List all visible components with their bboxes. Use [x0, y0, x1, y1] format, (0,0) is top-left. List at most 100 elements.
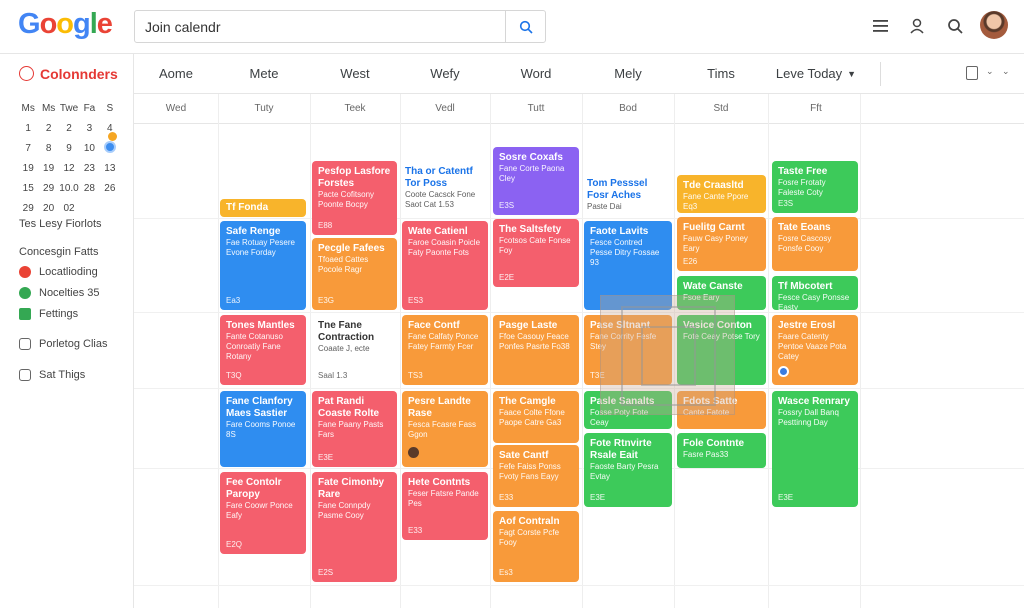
event-card[interactable]: Fate Cimonby Rare Fane Connpdy Pasme Cooy…	[312, 472, 397, 582]
event-title: Sate Cantf	[499, 450, 549, 461]
event-card[interactable]: Tha or Catentf Tor Poss Coote Cacsck Fone…	[402, 163, 488, 217]
event-card[interactable]: Tate Eoans Fosre Cascosy Fonsfe Cooy	[772, 217, 858, 271]
day-header[interactable]: Mely	[582, 54, 674, 94]
grid-line	[218, 94, 219, 608]
mini-day[interactable]: 02	[59, 203, 79, 214]
event-card[interactable]: Tne Fane Contraction Coaate J, ecte Saal 1…	[312, 315, 397, 385]
tasks-label[interactable]: Tes Lesy Fiorlots	[19, 218, 102, 230]
mini-day[interactable]: 7	[18, 143, 38, 154]
event-card[interactable]: Face Contf Fane Calfaty Ponce Fatey Farmt…	[402, 315, 488, 385]
day-header[interactable]: Mete	[218, 54, 310, 94]
mini-day[interactable]: 12	[59, 163, 79, 174]
event-time: TS3	[408, 371, 423, 380]
event-card[interactable]: Sosre Coxafs Fane Corte Paona Cley E3S	[493, 147, 579, 215]
day-header[interactable]: West	[310, 54, 400, 94]
mini-day[interactable]: 10	[79, 143, 99, 154]
event-card[interactable]: Fee Contolr Paropy Fare Coowr Ponce Eafy E…	[220, 472, 306, 554]
day-header[interactable]: Wefy	[400, 54, 490, 94]
event-details: Paste Dai	[587, 202, 622, 211]
mini-day[interactable]: 15	[18, 183, 38, 194]
google-logo[interactable]: Google	[18, 8, 113, 41]
mini-day[interactable]: 19	[38, 163, 58, 174]
event-card[interactable]: The Saltsfety Fcotsos Cate Fonse Foy E2E	[493, 219, 579, 287]
view-dropdown[interactable]: Leve Today ▼	[768, 54, 864, 94]
event-card[interactable]: Tones Mantles Fante Cotanuso Conroatiy Fa…	[220, 315, 306, 385]
event-title: Tha or Catentf Tor Poss	[405, 166, 473, 189]
event-card[interactable]: Pesre Landte Rase Fesca Fcasre Fass Ggon	[402, 391, 488, 467]
mini-day[interactable]: 2	[38, 123, 58, 134]
event-details: Fane Calfaty Ponce Fatey Farmty Fcer	[408, 332, 479, 351]
search-box[interactable]: Join calendr	[134, 10, 546, 43]
sidebar-link[interactable]: Porletog Clias	[19, 336, 107, 352]
event-card[interactable]: Tde Craasltd Fane Cante Ppore Eq3	[677, 175, 766, 213]
event-title: The Saltsfety	[499, 224, 562, 235]
mini-day-selected[interactable]	[100, 140, 120, 156]
grid-line	[310, 94, 311, 608]
event-details: Feser Fatsre Pande Pes	[408, 489, 479, 508]
day-header[interactable]: Aome	[134, 54, 218, 94]
event-card[interactable]: Safe Renge Fae Rotuay Pesere Evone Forday…	[220, 221, 306, 310]
event-card[interactable]: Fane Clanfory Maes Sastier Fare Cooms Pon…	[220, 391, 306, 467]
weekday: Twe	[59, 102, 79, 114]
event-card[interactable]: Pasge Laste Ffoe Casouy Feace Ponfes Pasr…	[493, 315, 579, 385]
calendar-item[interactable]: Fettings	[19, 306, 78, 322]
event-title: The Camgle	[499, 396, 556, 407]
event-title: Fane Clanfory Maes Sastier	[226, 396, 293, 419]
event-card[interactable]: Tf Fonda	[220, 199, 306, 217]
event-time: E3E	[318, 453, 334, 462]
event-card[interactable]: Fuelitg Carnt Fauw Casy Poney Eary E26	[677, 217, 766, 271]
mini-day[interactable]: 8	[38, 143, 58, 154]
event-card[interactable]: Fole Contnte Fasre Pas33	[677, 433, 766, 468]
mini-day[interactable]: 23	[79, 163, 99, 174]
calendar-item[interactable]: Nocelties 35	[19, 285, 100, 301]
mini-day[interactable]: 2	[59, 123, 79, 134]
mini-day[interactable]: 28	[79, 183, 99, 194]
calendar-item[interactable]: Locatlioding	[19, 264, 98, 280]
event-card[interactable]: Tom Pesssel Fosr Aches Paste Dai	[584, 175, 672, 215]
sidebar-link[interactable]: Sat Thigs	[19, 367, 85, 383]
mini-day[interactable]: 1	[18, 123, 38, 134]
event-card[interactable]: Tf Mbcotert Fesce Casy Ponsse Easty	[772, 276, 858, 310]
event-card[interactable]: Taste Free Fosre Frotaty Faleste Coty E3S	[772, 161, 858, 213]
event-card[interactable]: The Camgle Faace Colte Ffone Paope Catre …	[493, 391, 579, 443]
mini-day[interactable]: 13	[100, 163, 120, 174]
event-card[interactable]: Aof Contraln Fagt Corste Pcfe Fooy Es3	[493, 511, 579, 582]
event-card[interactable]: Sate Cantf Fefe Faiss Ponss Fvoty Fans Ea…	[493, 445, 579, 507]
mini-day[interactable]: 29	[18, 203, 38, 214]
event-card[interactable]: Pesfop Lasfore Forstes Pacte Cofitsony Po…	[312, 161, 397, 235]
day-header[interactable]: Word	[490, 54, 582, 94]
event-details: Fare Cooms Ponoe 8S	[226, 420, 296, 439]
mini-day[interactable]: 10.0	[59, 183, 79, 194]
mini-day[interactable]: 19	[18, 163, 38, 174]
top-search-button[interactable]	[943, 14, 967, 38]
chevron-down-icon: ▼	[847, 68, 857, 79]
avatar[interactable]	[980, 11, 1008, 39]
event-card[interactable]: Wasce Renrary Fossry Dall Banq Pesttinng …	[772, 391, 858, 507]
search-button[interactable]	[505, 11, 545, 42]
event-time: E2S	[318, 568, 334, 577]
event-title: Pecgle Fafees	[318, 243, 385, 254]
mini-day[interactable]: 3	[79, 123, 99, 134]
sidebar-title[interactable]: Colonnders	[40, 66, 118, 82]
event-card[interactable]: Fote Rtnvirte Rsale Eait Faoste Barty Pes…	[584, 433, 672, 507]
weekday: Ms	[21, 102, 35, 114]
mini-day[interactable]: 9	[59, 143, 79, 154]
event-details: Fane Cante Ppore Eq3	[683, 192, 749, 211]
mini-day[interactable]: 4	[100, 123, 120, 141]
event-card[interactable]: Wate Catienl Faroe Coasin Poicle Faty Pao…	[402, 221, 488, 310]
event-card[interactable]: Pat Randi Coaste Rolte Fane Paany Pasts F…	[312, 391, 397, 467]
menu-button[interactable]	[868, 14, 892, 38]
mini-day[interactable]: 20	[38, 203, 58, 214]
account-button[interactable]	[905, 14, 929, 38]
header-fill	[864, 54, 1024, 94]
mini-day[interactable]: 29	[38, 183, 58, 194]
event-card[interactable]: Pecgle Fafees Tfoaed Cattes Pocole Ragr E3…	[312, 238, 397, 310]
day-subheader: Tutt	[490, 94, 582, 124]
search-input[interactable]: Join calendr	[145, 19, 221, 35]
event-card[interactable]: Hete Contnts Feser Fatsre Pande Pes E33	[402, 472, 488, 540]
event-details: Fosre Cascosy Fonsfe Cooy	[778, 234, 832, 253]
mini-day[interactable]: 26	[100, 183, 120, 194]
event-card[interactable]: Jestre Erosl Faare Catenty Pentoe Vaaze P…	[772, 315, 858, 385]
event-time: E3S	[778, 199, 794, 208]
day-header[interactable]: Tims	[674, 54, 768, 94]
